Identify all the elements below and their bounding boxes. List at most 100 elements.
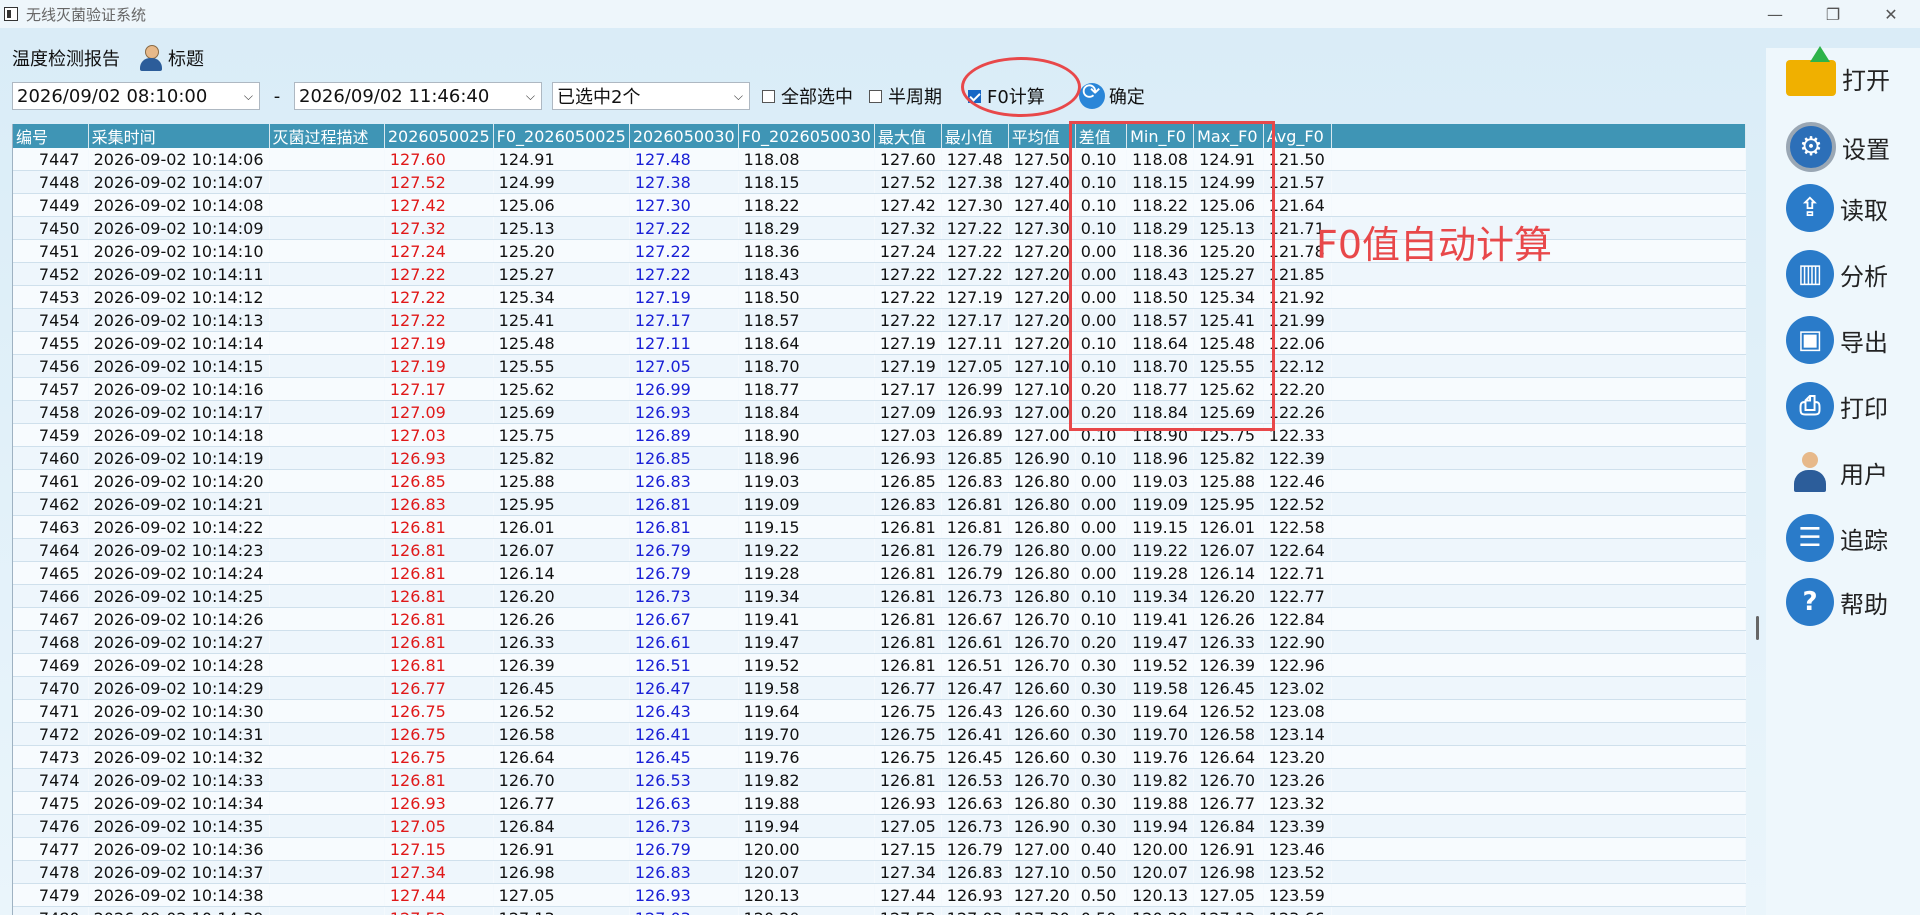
table-row[interactable]: 7460 2026-09-02 10:14:19 126.93 125.82 126.8… <box>13 446 1746 470</box>
table-cell: 125.27 <box>493 262 630 286</box>
table-row[interactable]: 7458 2026-09-02 10:14:17 127.09 125.69 126.9… <box>13 400 1746 424</box>
table-row[interactable]: 7448 2026-09-02 10:14:07 127.52 124.99 127.3… <box>13 170 1746 194</box>
table-cell <box>269 400 385 424</box>
sidebar-item-label: 帮助 <box>1840 590 1888 619</box>
table-cell-filler <box>1331 722 1746 746</box>
table-row[interactable]: 7473 2026-09-02 10:14:32 126.75 126.64 126.4… <box>13 745 1746 769</box>
table-row[interactable]: 7478 2026-09-02 10:14:37 127.34 126.98 126.8… <box>13 860 1746 884</box>
chevron-down-icon: ⌵ <box>243 89 253 103</box>
table-cell: 7468 <box>13 630 89 654</box>
sidebar-item-export[interactable]: ▣ 导出 <box>1786 316 1888 364</box>
table-cell-filler <box>1331 906 1746 915</box>
column-header[interactable]: 2026050025 <box>384 124 494 148</box>
column-header[interactable]: F0_2026050030 <box>738 124 875 148</box>
table-row[interactable]: 7465 2026-09-02 10:14:24 126.81 126.14 126.7… <box>13 561 1746 585</box>
sidebar-item-user[interactable]: 用户 <box>1786 448 1888 496</box>
table-row[interactable]: 7453 2026-09-02 10:14:12 127.22 125.34 127.1… <box>13 285 1746 309</box>
sidebar-item-print[interactable]: ⎙ 打印 <box>1786 382 1888 430</box>
table-cell: 123.08 <box>1263 699 1332 723</box>
half-period-checkbox[interactable]: 半周期 <box>869 83 942 109</box>
table-cell: 118.29 <box>738 216 875 240</box>
table-cell: 122.96 <box>1263 653 1332 677</box>
restore-button[interactable]: ❐ <box>1804 0 1862 28</box>
column-header[interactable]: 编号 <box>13 124 89 148</box>
minimize-button[interactable]: — <box>1746 0 1804 28</box>
table-row[interactable]: 7463 2026-09-02 10:14:22 126.81 126.01 126.8… <box>13 515 1746 539</box>
vertical-scrollbar[interactable] <box>1752 124 1764 915</box>
table-cell: 126.60 <box>1008 699 1076 723</box>
table-row[interactable]: 7466 2026-09-02 10:14:25 126.81 126.20 126.7… <box>13 584 1746 608</box>
table-row[interactable]: 7474 2026-09-02 10:14:33 126.81 126.70 126.5… <box>13 768 1746 792</box>
start-time-picker[interactable]: 2026/09/02 08:10:00 ⌵ <box>12 82 260 110</box>
table-row[interactable]: 7461 2026-09-02 10:14:20 126.85 125.88 126.8… <box>13 469 1746 493</box>
confirm-button[interactable]: 确定 <box>1109 83 1145 109</box>
table-row[interactable]: 7462 2026-09-02 10:14:21 126.83 125.95 126.8… <box>13 492 1746 516</box>
table-cell: 126.41 <box>941 722 1009 746</box>
table-cell: 2026-09-02 10:14:39 <box>88 906 270 915</box>
table-cell: 127.10 <box>1008 377 1076 401</box>
column-header[interactable]: 最大值 <box>874 124 942 148</box>
table-row[interactable]: 7459 2026-09-02 10:14:18 127.03 125.75 126.8… <box>13 423 1746 447</box>
user-title-icon[interactable] <box>138 44 164 72</box>
sidebar-item-trace[interactable]: ☰ 追踪 <box>1786 514 1888 562</box>
sidebar-item-read[interactable]: ⇪ 读取 <box>1786 184 1888 232</box>
table-cell: 0.10 <box>1075 607 1127 631</box>
sensor-select[interactable]: 已选中2个 ⌵ <box>552 82 750 110</box>
table-row[interactable]: 7469 2026-09-02 10:14:28 126.81 126.39 126.5… <box>13 653 1746 677</box>
table-row[interactable]: 7479 2026-09-02 10:14:38 127.44 127.05 126.9… <box>13 883 1746 907</box>
folder-open-icon <box>1786 46 1836 96</box>
sidebar-item-open[interactable]: 打开 <box>1786 46 1890 96</box>
table-cell: 125.88 <box>493 469 630 493</box>
close-button[interactable]: ✕ <box>1862 0 1920 28</box>
table-cell: 123.39 <box>1263 814 1332 838</box>
table-row[interactable]: 7471 2026-09-02 10:14:30 126.75 126.52 126.4… <box>13 699 1746 723</box>
checkbox-box[interactable] <box>869 89 882 103</box>
table-cell: 125.06 <box>493 193 630 217</box>
column-header[interactable]: 2026050030 <box>629 124 739 148</box>
table-row[interactable]: 7455 2026-09-02 10:14:14 127.19 125.48 127.1… <box>13 331 1746 355</box>
table-row[interactable]: 7464 2026-09-02 10:14:23 126.81 126.07 126.7… <box>13 538 1746 562</box>
user-icon <box>1786 448 1834 496</box>
table-cell-filler <box>1331 170 1746 194</box>
table-cell: 126.51 <box>629 653 739 677</box>
checkbox-box[interactable] <box>762 89 775 103</box>
table-row[interactable]: 7454 2026-09-02 10:14:13 127.22 125.41 127.1… <box>13 308 1746 332</box>
table-cell: 126.84 <box>1193 814 1264 838</box>
column-header[interactable]: 最小值 <box>941 124 1009 148</box>
table-cell-filler <box>1331 860 1746 884</box>
table-cell: 119.47 <box>1126 630 1194 654</box>
sidebar-item-settings[interactable]: ⚙ 设置 <box>1786 122 1890 172</box>
table-row[interactable]: 7475 2026-09-02 10:14:34 126.93 126.77 126.6… <box>13 791 1746 815</box>
table-cell: 126.70 <box>1008 630 1076 654</box>
table-cell: 126.81 <box>384 584 494 608</box>
table-cell: 126.81 <box>874 630 942 654</box>
scrollbar-thumb[interactable] <box>1756 616 1759 640</box>
table-cell: 0.40 <box>1075 837 1127 861</box>
table-row[interactable]: 7470 2026-09-02 10:14:29 126.77 126.45 126.4… <box>13 676 1746 700</box>
table-row[interactable]: 7472 2026-09-02 10:14:31 126.75 126.58 126.4… <box>13 722 1746 746</box>
end-time-picker[interactable]: 2026/09/02 11:46:40 ⌵ <box>294 82 542 110</box>
table-row[interactable]: 7456 2026-09-02 10:14:15 127.19 125.55 127.0… <box>13 354 1746 378</box>
select-all-checkbox[interactable]: 全部选中 <box>762 83 853 109</box>
sidebar-item-help[interactable]: ? 帮助 <box>1786 578 1888 626</box>
table-row[interactable]: 7468 2026-09-02 10:14:27 126.81 126.33 126.6… <box>13 630 1746 654</box>
table-row[interactable]: 7447 2026-09-02 10:14:06 127.60 124.91 127.4… <box>13 148 1746 171</box>
column-header[interactable]: 灭菌过程描述 <box>269 124 385 148</box>
table-row[interactable]: 7457 2026-09-02 10:14:16 127.17 125.62 126.9… <box>13 377 1746 401</box>
table-cell <box>269 262 385 286</box>
column-header[interactable]: F0_2026050025 <box>493 124 630 148</box>
refresh-icon[interactable] <box>1078 80 1105 109</box>
table-cell: 120.07 <box>1126 860 1194 884</box>
table-row[interactable]: 7476 2026-09-02 10:14:35 127.05 126.84 126.7… <box>13 814 1746 838</box>
table-row[interactable]: 74802026-09-02 10:14:39127.52127.13127.0… <box>13 906 1746 915</box>
column-header[interactable]: 平均值 <box>1008 124 1076 148</box>
table-cell: 0.00 <box>1075 515 1127 539</box>
title-button[interactable]: 标题 <box>168 45 204 71</box>
table-cell: 127.32 <box>874 216 942 240</box>
column-header[interactable]: 采集时间 <box>88 124 270 148</box>
sidebar-item-analyze[interactable]: ▥ 分析 <box>1786 250 1888 298</box>
table-row[interactable]: 7467 2026-09-02 10:14:26 126.81 126.26 126.6… <box>13 607 1746 631</box>
table-cell: 127.19 <box>941 285 1009 309</box>
table-row[interactable]: 7477 2026-09-02 10:14:36 127.15 126.91 126.7… <box>13 837 1746 861</box>
table-cell: 0.50 <box>1075 883 1127 907</box>
